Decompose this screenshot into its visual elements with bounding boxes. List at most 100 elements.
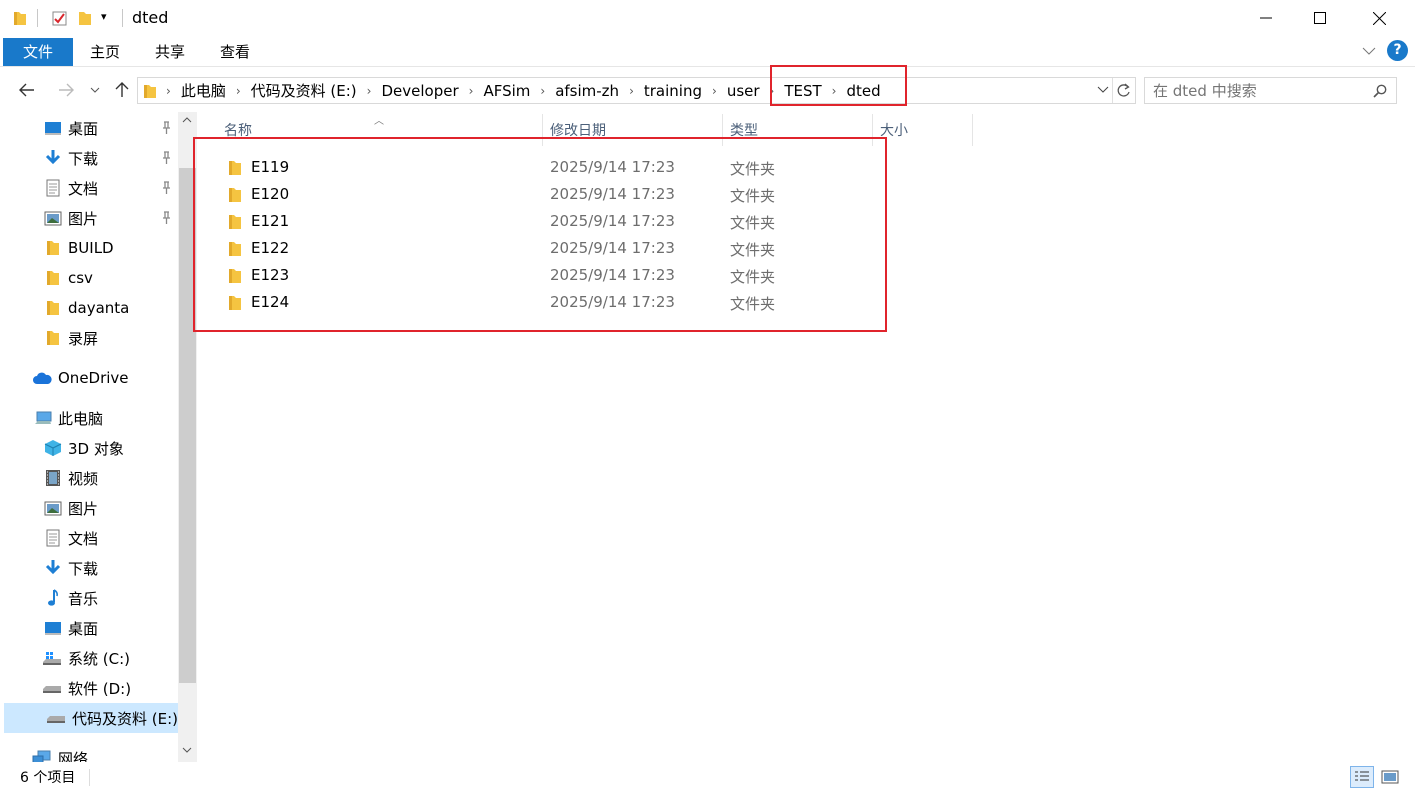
- nav-item-this-pc[interactable]: 此电脑: [0, 403, 178, 433]
- up-button[interactable]: [112, 78, 132, 102]
- system-drive-icon: [42, 649, 62, 667]
- nav-item-label: 系统 (C:): [68, 649, 130, 668]
- tab-share[interactable]: 共享: [147, 38, 193, 66]
- crumb-training[interactable]: training: [640, 82, 706, 100]
- details-view-button[interactable]: [1350, 766, 1374, 788]
- pin-icon[interactable]: [160, 121, 172, 135]
- nav-item-label: 代码及资料 (E:): [72, 709, 179, 728]
- music-icon: [44, 589, 62, 607]
- close-button[interactable]: [1350, 0, 1408, 36]
- navigation-pane: 桌面 下载 文档 图片 BUILD csv dayanta 录屏 OneDriv…: [0, 112, 197, 762]
- chevron-right-icon[interactable]: ›: [623, 84, 640, 98]
- separator: [89, 769, 90, 786]
- address-dropdown-icon[interactable]: [1097, 86, 1109, 94]
- picture-icon: [44, 499, 62, 517]
- download-icon: [44, 559, 62, 577]
- document-icon: [44, 179, 62, 197]
- nav-item-pc-desktop[interactable]: 桌面: [0, 613, 178, 643]
- nav-item-videos[interactable]: 视频: [0, 463, 178, 493]
- properties-icon[interactable]: [51, 9, 69, 27]
- pin-icon[interactable]: [160, 211, 172, 225]
- nav-item-label: 图片: [68, 499, 99, 518]
- details-view-icon: [1355, 771, 1369, 781]
- nav-item-label: 网络: [58, 749, 89, 763]
- crumb-drive-e[interactable]: 代码及资料 (E:): [247, 80, 361, 101]
- nav-item-pictures[interactable]: 图片: [0, 203, 178, 233]
- chevron-right-icon[interactable]: ›: [230, 84, 247, 98]
- separator: [1112, 78, 1113, 103]
- nav-item-csv[interactable]: csv: [0, 263, 178, 293]
- nav-item-3d-objects[interactable]: 3D 对象: [0, 433, 178, 463]
- chevron-right-icon[interactable]: ›: [160, 84, 177, 98]
- nav-item-drive-e[interactable]: 代码及资料 (E:): [4, 703, 178, 733]
- large-icons-view-icon: [1381, 770, 1399, 784]
- item-count: 6 个项目: [20, 770, 76, 786]
- computer-icon: [34, 409, 52, 427]
- nav-item-music[interactable]: 音乐: [0, 583, 178, 613]
- large-icons-view-button[interactable]: [1378, 766, 1402, 788]
- nav-item-onedrive[interactable]: OneDrive: [0, 363, 178, 393]
- document-icon: [44, 529, 62, 547]
- nav-item-pc-documents[interactable]: 文档: [0, 523, 178, 553]
- chevron-right-icon[interactable]: ›: [463, 84, 480, 98]
- desktop-icon: [44, 119, 62, 137]
- nav-item-network[interactable]: 网络: [0, 743, 178, 762]
- nav-item-pc-pictures[interactable]: 图片: [0, 493, 178, 523]
- chevron-right-icon[interactable]: ›: [706, 84, 723, 98]
- address-bar[interactable]: › 此电脑 › 代码及资料 (E:) › Developer › AFSim ›…: [137, 77, 1136, 104]
- nav-item-documents[interactable]: 文档: [0, 173, 178, 203]
- folder-app-icon: [14, 12, 26, 25]
- nav-item-build[interactable]: BUILD: [0, 233, 178, 263]
- pin-icon[interactable]: [160, 181, 172, 195]
- refresh-icon[interactable]: [1116, 83, 1131, 98]
- help-button[interactable]: ?: [1387, 40, 1408, 61]
- maximize-button[interactable]: [1291, 0, 1349, 36]
- crumb-afsim[interactable]: AFSim: [479, 82, 534, 100]
- highlight-box-file-list: [193, 137, 887, 332]
- up-arrow-icon: [115, 82, 129, 97]
- scroll-up-icon[interactable]: [182, 116, 192, 123]
- tab-file[interactable]: 文件: [3, 38, 73, 66]
- column-divider[interactable]: [972, 114, 973, 146]
- search-box[interactable]: [1144, 77, 1397, 104]
- nav-item-drive-c[interactable]: 系统 (C:): [0, 643, 178, 673]
- ribbon-tabs: 文件 主页 共享 查看 ?: [0, 36, 1415, 67]
- crumb-user[interactable]: user: [723, 82, 764, 100]
- nav-item-downloads[interactable]: 下载: [0, 143, 178, 173]
- back-button[interactable]: [16, 78, 38, 102]
- crumb-afsim-zh[interactable]: afsim-zh: [551, 82, 623, 100]
- nav-item-desktop[interactable]: 桌面: [0, 113, 178, 143]
- separator: [122, 9, 123, 27]
- drive-icon: [42, 679, 62, 697]
- crumb-developer[interactable]: Developer: [377, 82, 462, 100]
- new-folder-icon[interactable]: [77, 9, 93, 27]
- pin-icon[interactable]: [160, 151, 172, 165]
- chevron-right-icon[interactable]: ›: [534, 84, 551, 98]
- nav-item-label: 音乐: [68, 589, 99, 608]
- nav-item-screen-recordings[interactable]: 录屏: [0, 323, 178, 353]
- tab-view[interactable]: 查看: [212, 38, 258, 66]
- nav-item-label: 软件 (D:): [68, 679, 132, 698]
- folder-icon: [44, 269, 62, 287]
- folder-icon: [44, 299, 62, 317]
- nav-item-dayanta[interactable]: dayanta: [0, 293, 178, 323]
- crumb-this-pc[interactable]: 此电脑: [177, 80, 230, 101]
- customize-toolbar-chevron-icon[interactable]: ▾: [101, 10, 107, 28]
- network-icon: [32, 749, 52, 762]
- nav-item-label: 文档: [68, 529, 99, 548]
- forward-button[interactable]: [55, 78, 77, 102]
- recent-locations-button[interactable]: [88, 78, 102, 102]
- chevron-right-icon[interactable]: ›: [361, 84, 378, 98]
- folder-icon: [144, 84, 156, 98]
- nav-item-pc-downloads[interactable]: 下载: [0, 553, 178, 583]
- window-title: dted: [132, 8, 169, 27]
- expand-ribbon-icon[interactable]: [1362, 47, 1376, 56]
- minimize-button[interactable]: [1237, 0, 1295, 36]
- search-input[interactable]: [1153, 81, 1368, 100]
- folder-icon: [44, 239, 62, 257]
- nav-item-label: 此电脑: [58, 409, 104, 428]
- nav-item-drive-d[interactable]: 软件 (D:): [0, 673, 178, 703]
- tab-home[interactable]: 主页: [82, 38, 128, 66]
- scroll-down-icon[interactable]: [182, 747, 192, 754]
- nav-item-label: BUILD: [68, 239, 114, 257]
